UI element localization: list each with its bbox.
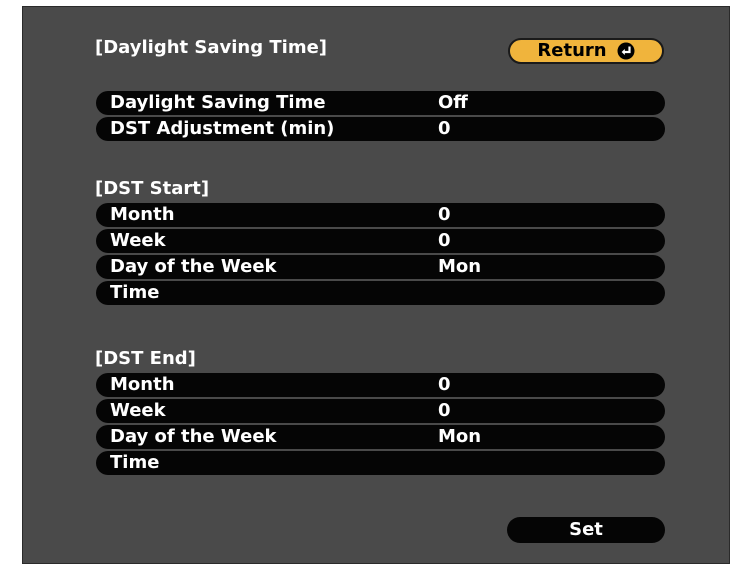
row-label: Week	[110, 400, 166, 421]
row-value: Mon	[438, 256, 482, 277]
row-value: Off	[438, 92, 468, 113]
dst-end-section-title: [DST End]	[95, 348, 196, 369]
enter-key-icon	[617, 42, 635, 60]
row-value: 0	[438, 204, 451, 225]
row-label: Month	[110, 204, 175, 225]
row-value: 0	[438, 400, 451, 421]
dst-start-month-row[interactable]: Month 0	[96, 203, 665, 227]
daylight-saving-time-row[interactable]: Daylight Saving Time Off	[96, 91, 665, 115]
dst-end-week-row[interactable]: Week 0	[96, 399, 665, 423]
row-value: 0	[438, 118, 451, 139]
row-value: 0	[438, 230, 451, 251]
row-label: Week	[110, 230, 166, 251]
row-label: Day of the Week	[110, 256, 277, 277]
row-label: Time	[110, 282, 160, 303]
return-button[interactable]: Return	[508, 38, 664, 64]
dst-adjustment-row[interactable]: DST Adjustment (min) 0	[96, 117, 665, 141]
dst-start-week-row[interactable]: Week 0	[96, 229, 665, 253]
dst-end-time-row[interactable]: Time	[96, 451, 665, 475]
set-button[interactable]: Set	[507, 517, 665, 543]
row-label: Time	[110, 452, 160, 473]
row-label: Day of the Week	[110, 426, 277, 447]
return-button-label: Return	[537, 40, 607, 61]
dst-start-time-row[interactable]: Time	[96, 281, 665, 305]
dst-start-day-of-week-row[interactable]: Day of the Week Mon	[96, 255, 665, 279]
row-value: Mon	[438, 426, 482, 447]
dst-settings-panel: [Daylight Saving Time] Return Daylight S…	[22, 6, 730, 564]
row-value: 0	[438, 374, 451, 395]
dst-start-section-title: [DST Start]	[95, 178, 210, 199]
dst-end-day-of-week-row[interactable]: Day of the Week Mon	[96, 425, 665, 449]
page-title: [Daylight Saving Time]	[95, 37, 328, 58]
row-label: DST Adjustment (min)	[110, 118, 335, 139]
dst-end-month-row[interactable]: Month 0	[96, 373, 665, 397]
set-button-label: Set	[569, 519, 603, 540]
row-label: Daylight Saving Time	[110, 92, 326, 113]
row-label: Month	[110, 374, 175, 395]
